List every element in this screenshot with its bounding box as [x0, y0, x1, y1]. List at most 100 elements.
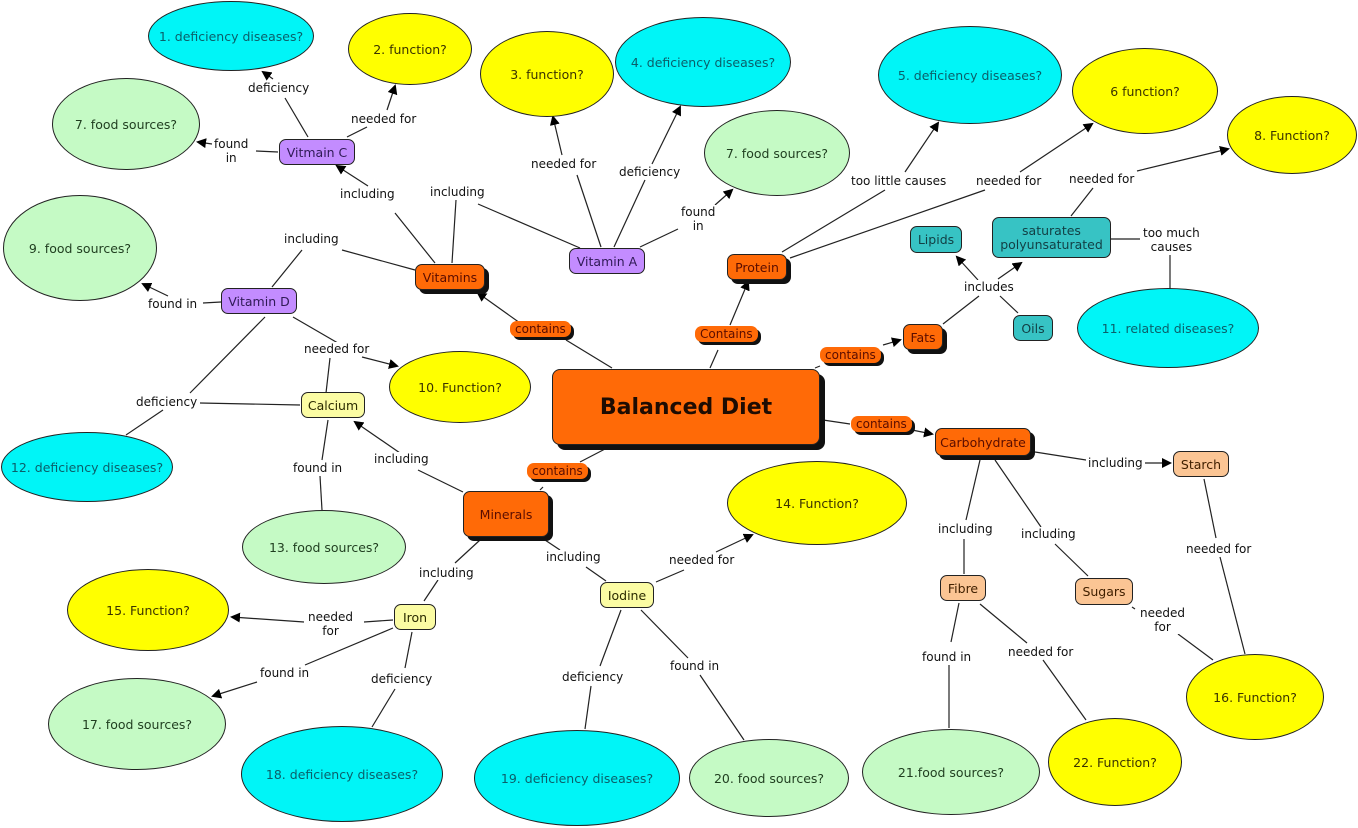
concept-carbohydrate[interactable]: Carbohydrate: [935, 428, 1031, 456]
question-q22-function[interactable]: 22. Function?: [1048, 718, 1182, 806]
line: [822, 419, 851, 425]
link-label: needed for: [667, 553, 737, 567]
line: [341, 249, 416, 271]
line: [363, 619, 394, 623]
concept-iron[interactable]: Iron: [394, 604, 436, 630]
concept-oils[interactable]: Oils: [1013, 315, 1053, 341]
concept-sugars[interactable]: Sugars: [1075, 578, 1133, 605]
question-q5-deficiency-diseases[interactable]: 5. deficiency diseases?: [878, 26, 1062, 124]
concept-vitamin-c[interactable]: Vitmain C: [279, 139, 355, 165]
line: [814, 365, 821, 369]
link-contains-minerals: contains: [527, 463, 588, 479]
line: [613, 179, 646, 248]
question-q16-function[interactable]: 16. Function?: [1186, 654, 1324, 740]
line: [999, 295, 1019, 314]
line: [640, 609, 689, 659]
line: [454, 539, 481, 564]
concept-balanced-diet[interactable]: Balanced Diet: [552, 369, 820, 445]
question-q12-deficiency-diseases[interactable]: 12. deficiency diseases?: [1, 432, 173, 502]
link-label: deficiency: [246, 81, 312, 95]
concept-lipids[interactable]: Lipids: [910, 226, 962, 253]
line: [1203, 478, 1217, 539]
question-q10-function[interactable]: 10. Function?: [389, 351, 531, 423]
question-q4-deficiency-diseases[interactable]: 4. deficiency diseases?: [615, 17, 791, 107]
line: [979, 603, 1028, 644]
link-contains-carbohydrate: contains: [851, 416, 912, 432]
link-label: needed for: [349, 112, 419, 126]
line: [1034, 451, 1087, 461]
line: [1054, 543, 1089, 577]
concept-vitamins[interactable]: Vitamins: [415, 264, 485, 290]
question-q1-deficiency-diseases[interactable]: 1. deficiency diseases?: [148, 1, 314, 71]
question-q15-function[interactable]: 15. Function?: [67, 569, 229, 651]
link-label: found in: [679, 205, 718, 233]
question-q13-food-sources[interactable]: 13. food sources?: [242, 510, 406, 584]
question-q21-food-sources[interactable]: 21.food sources?: [862, 729, 1040, 815]
question-q19-deficiency-diseases[interactable]: 19. deficiency diseases?: [474, 730, 680, 826]
line: [189, 316, 266, 394]
link-label: including: [417, 566, 476, 580]
line: [284, 97, 309, 138]
concept-starch[interactable]: Starch: [1173, 451, 1229, 477]
link-label: including: [1019, 527, 1078, 541]
question-q7-food-sources-vitamin-a[interactable]: 7. food sources?: [704, 110, 850, 196]
question-q20-food-sources[interactable]: 20. food sources?: [689, 739, 849, 817]
concept-vitamin-d[interactable]: Vitamin D: [221, 288, 297, 314]
line: [404, 631, 413, 669]
line: [394, 212, 436, 264]
line: [271, 249, 303, 288]
link-label: including: [372, 452, 431, 466]
link-label: found in: [291, 461, 345, 475]
concept-protein[interactable]: Protein: [727, 254, 787, 280]
question-q18-deficiency-diseases[interactable]: 18. deficiency diseases?: [241, 726, 443, 822]
line: [994, 459, 1042, 528]
question-q17-food-sources[interactable]: 17. food sources?: [48, 678, 226, 770]
link-label: needed for: [1184, 542, 1254, 556]
link-label: deficiency: [560, 670, 626, 684]
link-label: needed for: [302, 342, 372, 356]
concept-vitamin-a[interactable]: Vitamin A: [569, 248, 645, 274]
link-label: needed for: [529, 157, 599, 171]
question-q9-food-sources[interactable]: 9. food sources?: [3, 195, 157, 301]
link-label: includes: [962, 280, 1016, 294]
line: [544, 539, 561, 551]
line: [261, 70, 274, 81]
concept-calcium[interactable]: Calcium: [301, 392, 365, 418]
question-q2-function[interactable]: 2. function?: [348, 13, 472, 85]
line: [599, 609, 622, 667]
line: [1136, 146, 1230, 172]
concept-saturates-polyunsaturated[interactable]: saturates polyunsaturated: [992, 217, 1111, 258]
concept-fats[interactable]: Fats: [903, 324, 943, 350]
line: [361, 356, 399, 369]
line: [639, 228, 679, 248]
question-q3-function[interactable]: 3. function?: [480, 31, 614, 117]
line: [584, 685, 592, 730]
link-label: needed for: [1067, 172, 1137, 186]
link-label: including: [1086, 456, 1145, 470]
question-q11-related-diseases[interactable]: 11. related diseases?: [1077, 288, 1259, 368]
question-q8-function[interactable]: 8. Function?: [1227, 96, 1357, 174]
link-label: needed for: [306, 610, 355, 638]
line: [1131, 606, 1136, 610]
line: [321, 419, 329, 461]
line: [911, 427, 934, 438]
line: [709, 349, 719, 369]
line: [549, 115, 563, 156]
line: [655, 569, 685, 583]
line: [729, 280, 750, 326]
link-label: found in: [146, 297, 200, 311]
question-q14-function[interactable]: 14. Function?: [727, 461, 907, 545]
link-label: including: [428, 185, 487, 199]
concept-iodine[interactable]: Iodine: [600, 582, 654, 608]
link-label: found in: [668, 659, 722, 673]
question-q6-function[interactable]: 6 function?: [1072, 48, 1218, 134]
line: [576, 174, 602, 248]
line: [565, 339, 613, 369]
line: [451, 199, 457, 264]
line: [125, 409, 164, 436]
question-q7-food-sources[interactable]: 7. food sources?: [52, 78, 200, 170]
line: [882, 337, 902, 348]
concept-minerals[interactable]: Minerals: [463, 491, 549, 537]
line: [325, 357, 331, 394]
concept-fibre[interactable]: Fibre: [940, 575, 986, 601]
